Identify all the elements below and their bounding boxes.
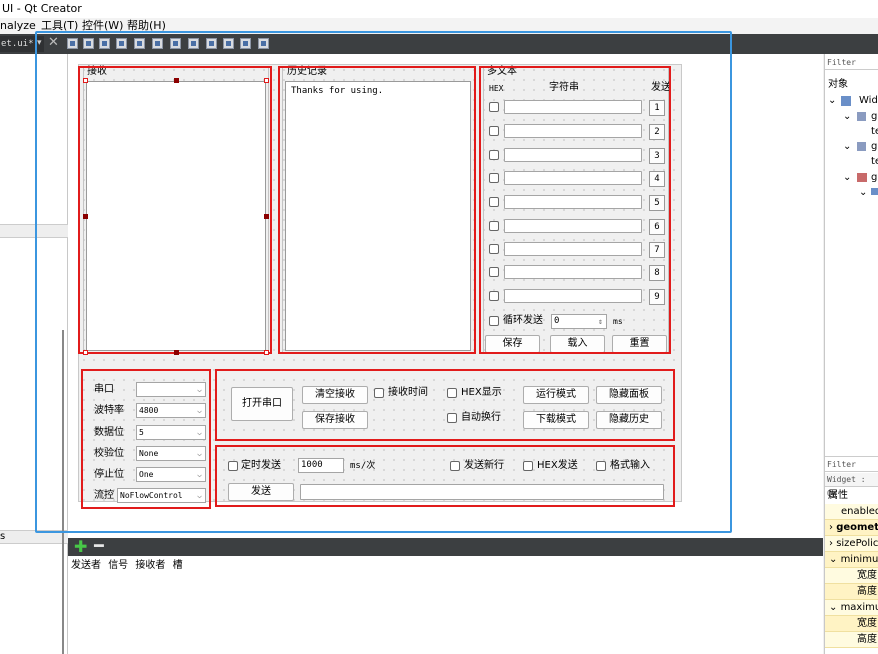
widget-icon (841, 96, 851, 106)
property-row[interactable]: ⌄ maximun (825, 600, 878, 616)
object-filter-input[interactable]: Filter (825, 56, 878, 70)
serial-settings-highlight (81, 369, 211, 509)
resize-handle[interactable] (264, 214, 269, 219)
selected-widget-info: Widget : QW (825, 473, 878, 498)
tree-expand-icon[interactable]: ⌄ (843, 141, 851, 153)
property-row[interactable]: 宽度 (825, 568, 878, 584)
property-name: 高度 (857, 634, 877, 645)
history-group-highlight (278, 66, 476, 354)
property-row[interactable]: 宽度 (825, 616, 878, 632)
tree-expand-icon[interactable]: ⌄ (843, 172, 851, 184)
resize-handle[interactable] (83, 350, 88, 355)
add-connection-icon[interactable]: ✚ (74, 539, 87, 555)
tree-expand-icon[interactable]: ⌄ (843, 111, 851, 123)
section-label: s (0, 531, 6, 542)
signal-slot-header: 发送者 信号 接收者 槽 (71, 560, 187, 572)
grid-layout-icon (857, 112, 866, 121)
controls-highlight (215, 369, 675, 441)
panel-divider (825, 456, 878, 457)
tree-expand-icon[interactable]: ⌄ (859, 187, 867, 199)
receive-group-highlight (78, 66, 272, 354)
object-filter-placeholder: Filter (827, 58, 856, 67)
layout-icon (871, 188, 878, 195)
tree-item[interactable]: te (871, 156, 878, 168)
property-row[interactable]: › sizePolic (825, 536, 878, 552)
tree-expand-icon[interactable]: ⌄ (828, 95, 836, 107)
editor-tab-label: et.ui* (1, 39, 34, 49)
property-column-header: 属性 (828, 490, 848, 501)
property-row[interactable]: enabled (825, 504, 878, 520)
resize-handle[interactable] (174, 78, 179, 83)
signal-slot-toolbar: ✚ ━ (68, 538, 823, 556)
sender-column: 发送者 (71, 560, 101, 571)
property-row[interactable]: 高度 (825, 584, 878, 600)
property-name: 宽度 (857, 618, 877, 629)
object-column-header: 对象 (828, 79, 848, 90)
tree-item[interactable]: Wid (859, 95, 878, 107)
resize-handle[interactable] (264, 78, 269, 83)
multitext-group-highlight (479, 66, 671, 354)
resize-handle[interactable] (264, 350, 269, 355)
tree-item[interactable]: g (871, 111, 877, 123)
slot-column: 槽 (172, 560, 183, 571)
property-name: enabled (841, 506, 878, 517)
property-row[interactable]: › geomet (825, 520, 878, 536)
tree-item[interactable]: g (871, 172, 877, 184)
signal-slot-editor: ✚ ━ 发送者 信号 接收者 槽 (68, 538, 823, 654)
property-name: sizePolic (836, 538, 878, 549)
grid-layout-icon (857, 142, 866, 151)
property-row[interactable]: ⌄ minimun (825, 552, 878, 568)
signal-column: 信号 (108, 560, 129, 571)
resize-handle[interactable] (83, 214, 88, 219)
property-name: geomet (836, 522, 878, 533)
menu-analyze[interactable]: nalyze (0, 18, 36, 34)
tree-item[interactable]: te (871, 126, 878, 138)
window-title: UI - Qt Creator (2, 2, 82, 15)
receiver-column: 接收者 (135, 560, 166, 571)
tree-item[interactable]: g (871, 141, 877, 153)
remove-connection-icon[interactable]: ━ (94, 538, 104, 554)
property-filter-placeholder: Filter (827, 460, 856, 469)
resize-handle[interactable] (83, 78, 88, 83)
property-name: minimun (840, 554, 878, 565)
resize-handle[interactable] (174, 350, 179, 355)
property-filter-input[interactable]: Filter (825, 458, 878, 472)
property-name: maximun (840, 602, 878, 613)
right-side-panel: Filter 对象 ⌄ Wid ⌄ g te ⌄ g te ⌄ g ⌄ Filt… (824, 54, 878, 654)
property-row[interactable]: 高度 (825, 632, 878, 648)
window-title-bar: UI - Qt Creator (0, 0, 878, 18)
property-name: 宽度 (857, 570, 877, 581)
groupbox-icon (857, 173, 867, 182)
send-area-highlight (215, 445, 675, 507)
property-name: 高度 (857, 586, 877, 597)
